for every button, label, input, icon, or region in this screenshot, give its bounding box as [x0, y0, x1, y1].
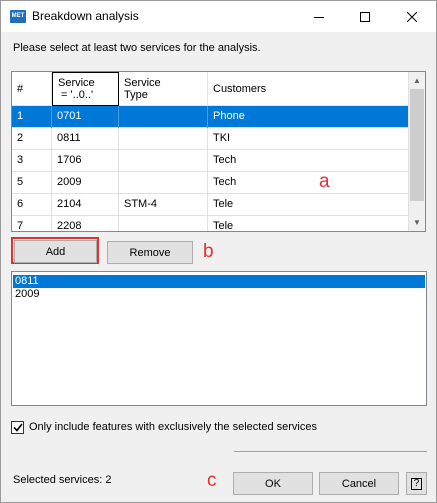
cell-service: 0701	[52, 106, 119, 128]
cell-service: 0811	[52, 128, 119, 150]
title-bar[interactable]: MET Breakdown analysis	[1, 1, 436, 32]
cell-service-type	[119, 128, 208, 150]
column-header-label: Service = '..0..'	[58, 77, 95, 101]
close-button[interactable]	[389, 1, 435, 32]
checkmark-icon	[12, 423, 23, 432]
column-header-service-type[interactable]: Service Type	[119, 72, 208, 106]
annotation-c: c	[207, 470, 217, 491]
list-item[interactable]: 2009	[13, 288, 425, 301]
services-grid[interactable]: # Service = '..0..' Service Type Custome…	[11, 71, 426, 232]
close-icon	[407, 11, 417, 22]
window-title: Breakdown analysis	[32, 9, 139, 23]
help-button[interactable]: ?	[406, 472, 427, 495]
cell-number: 6	[12, 194, 52, 216]
column-header-label: Service Type	[124, 77, 161, 101]
table-row[interactable]: 3 1706 Tech	[12, 150, 409, 172]
cell-service: 2208	[52, 216, 119, 231]
column-header-customers[interactable]: Customers	[208, 72, 409, 106]
cancel-button[interactable]: Cancel	[319, 472, 399, 495]
cell-customer: TKI	[208, 128, 409, 150]
ok-button[interactable]: OK	[233, 472, 313, 495]
cell-number: 5	[12, 172, 52, 194]
grid-vertical-scrollbar[interactable]: ▲ ▼	[408, 72, 425, 231]
remove-button[interactable]: Remove	[107, 241, 193, 264]
cell-service-type	[119, 106, 208, 128]
selected-services-status: Selected services: 2	[13, 474, 112, 486]
exclusive-services-label[interactable]: Only include features with exclusively t…	[29, 421, 317, 433]
maximize-button[interactable]	[342, 1, 388, 32]
column-header-service[interactable]: Service = '..0..'	[52, 72, 119, 106]
scrollbar-thumb[interactable]	[410, 89, 424, 201]
minimize-button[interactable]	[296, 1, 342, 32]
cell-customer: Tech	[208, 150, 409, 172]
cell-service-type	[119, 150, 208, 172]
column-header-number[interactable]: #	[12, 72, 52, 106]
table-row[interactable]: 6 2104 STM-4 Tele	[12, 194, 409, 216]
cell-customer: Tech	[208, 172, 409, 194]
table-row[interactable]: 5 2009 Tech	[12, 172, 409, 194]
column-header-label: #	[17, 83, 24, 95]
exclusive-services-checkbox[interactable]	[11, 421, 24, 434]
list-item[interactable]: 0811	[13, 275, 425, 288]
app-icon: MET	[10, 10, 26, 23]
cell-service: 1706	[52, 150, 119, 172]
cell-customer: Phone	[208, 106, 409, 128]
selected-services-list[interactable]: 0811 2009	[11, 271, 427, 406]
cell-service-type	[119, 216, 208, 231]
cell-number: 3	[12, 150, 52, 172]
grid-header: # Service = '..0..' Service Type Custome…	[12, 72, 409, 106]
cell-number: 7	[12, 216, 52, 231]
cell-service-type: STM-4	[119, 194, 208, 216]
annotation-a: a	[319, 171, 330, 192]
dialog-window: MET Breakdown analysis Please select at …	[0, 0, 437, 503]
annotation-b: b	[203, 241, 214, 262]
add-button[interactable]: Add	[14, 240, 97, 263]
table-row[interactable]: 7 2208 Tele	[12, 216, 409, 231]
help-icon: ?	[411, 477, 422, 490]
cell-service: 2104	[52, 194, 119, 216]
cell-service-type	[119, 172, 208, 194]
cell-number: 2	[12, 128, 52, 150]
maximize-icon	[360, 11, 370, 22]
scroll-down-arrow-icon[interactable]: ▼	[409, 214, 425, 231]
button-separator	[234, 451, 427, 452]
instruction-text: Please select at least two services for …	[13, 42, 261, 54]
table-row[interactable]: 2 0811 TKI	[12, 128, 409, 150]
table-row[interactable]: 1 0701 Phone	[12, 106, 409, 128]
column-header-label: Customers	[213, 83, 267, 95]
cell-number: 1	[12, 106, 52, 128]
cell-customer: Tele	[208, 216, 409, 231]
minimize-icon	[314, 16, 324, 18]
cell-customer: Tele	[208, 194, 409, 216]
cell-service: 2009	[52, 172, 119, 194]
scroll-up-arrow-icon[interactable]: ▲	[409, 72, 425, 89]
